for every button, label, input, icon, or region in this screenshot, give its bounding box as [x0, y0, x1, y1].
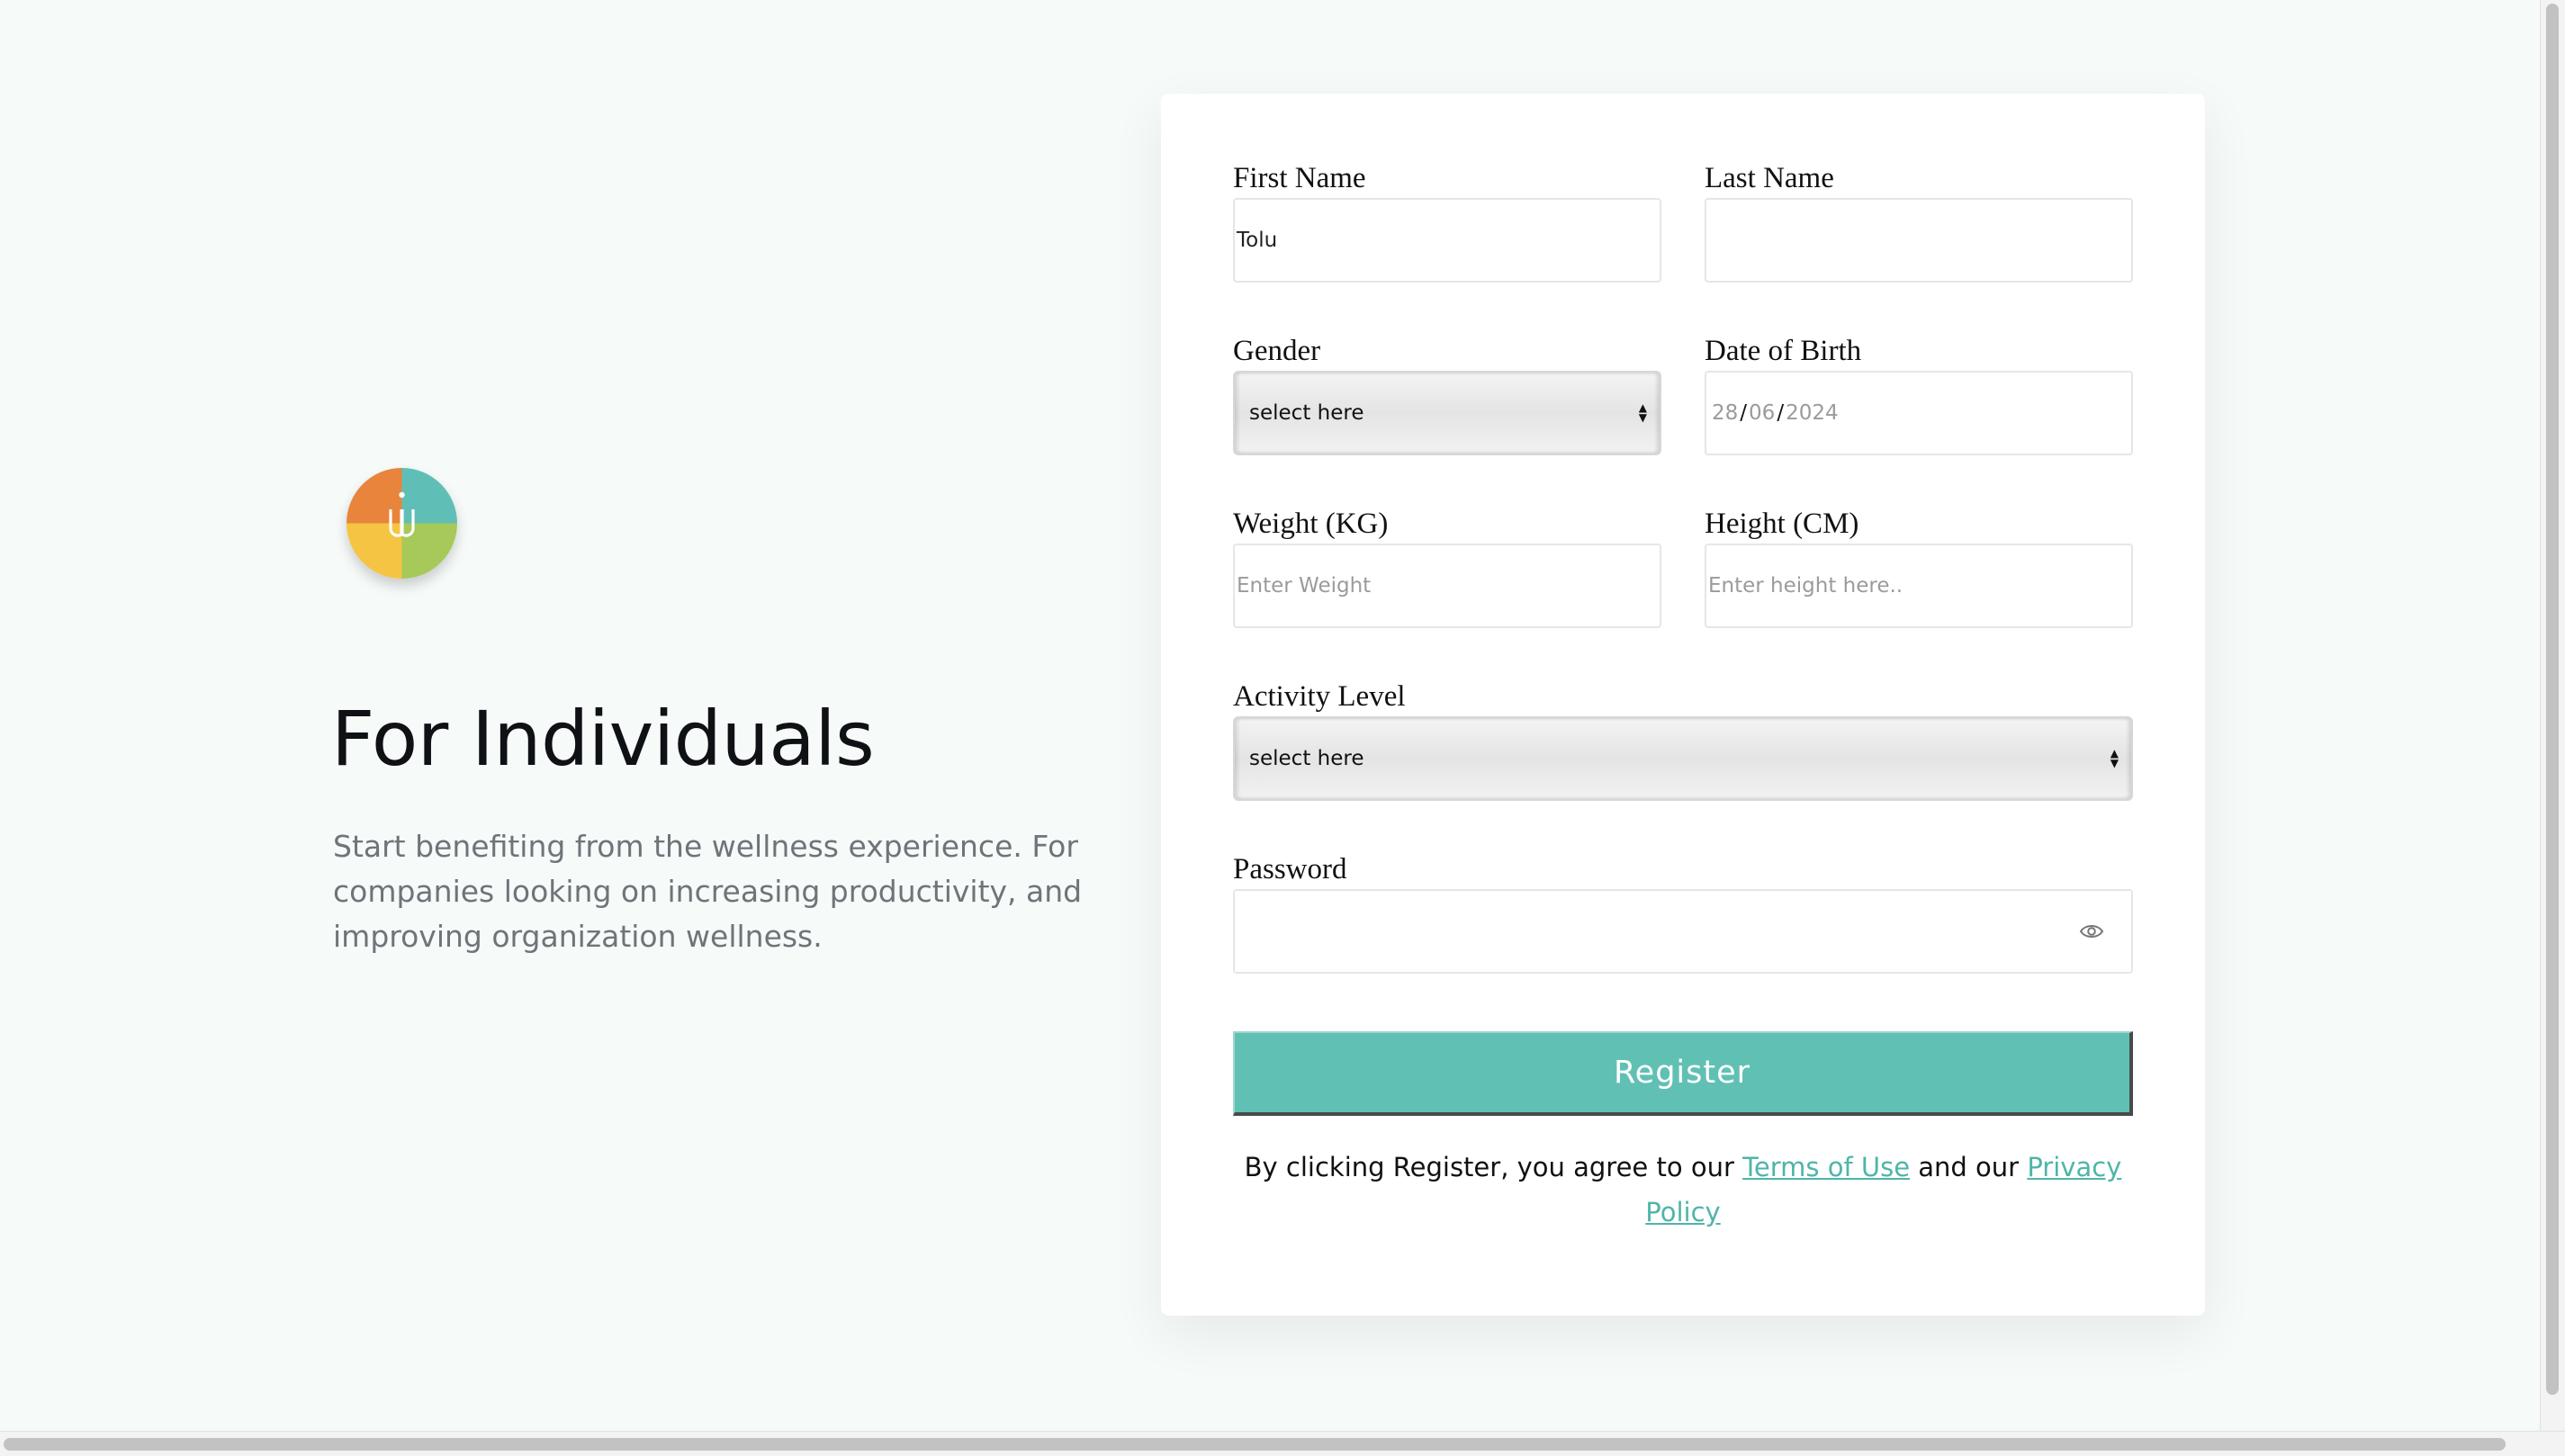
weight-label: Weight (KG) — [1233, 508, 1389, 540]
page-title: For Individuals — [331, 695, 875, 783]
password-label: Password — [1233, 853, 1347, 885]
weight-placeholder: Enter Weight — [1237, 574, 1372, 598]
first-name-input[interactable]: Tolu — [1233, 198, 1661, 283]
hero-description: Start benefiting from the wellness exper… — [333, 829, 1083, 954]
select-arrows-icon: ▲ ▼ — [2110, 747, 2119, 769]
last-name-label: Last Name — [1705, 162, 1834, 194]
registration-form-card: First Name Tolu Last Name Gender select … — [1161, 94, 2205, 1316]
height-input[interactable]: Enter height here.. — [1705, 544, 2133, 628]
dob-separator: / — [1777, 401, 1785, 425]
activity-level-selected-value: select here — [1249, 747, 1364, 770]
register-button[interactable]: Register — [1233, 1031, 2133, 1116]
date-of-birth-input[interactable]: 28/06/2024 — [1705, 371, 2133, 455]
page: For Individuals Start benefiting from th… — [0, 0, 2540, 1431]
first-name-label: First Name — [1233, 162, 1366, 194]
vertical-scrollbar-thumb[interactable] — [2546, 4, 2559, 1395]
height-placeholder: Enter height here.. — [1708, 574, 1904, 598]
gender-select[interactable]: select here ▲ ▼ — [1233, 371, 1661, 455]
password-input[interactable] — [1233, 889, 2133, 974]
dob-day[interactable]: 28 — [1712, 401, 1738, 425]
dob-label: Date of Birth — [1705, 335, 1862, 367]
terms-prefix: By clicking Register, you agree to our — [1244, 1152, 1734, 1182]
eye-icon[interactable] — [2079, 922, 2104, 940]
select-arrows-icon: ▲ ▼ — [1638, 401, 1647, 424]
first-name-value: Tolu — [1237, 229, 1278, 252]
gender-selected-value: select here — [1249, 401, 1364, 425]
last-name-input[interactable] — [1705, 198, 2133, 283]
gender-label: Gender — [1233, 335, 1321, 367]
terms-of-use-link[interactable]: Terms of Use — [1742, 1152, 1910, 1182]
terms-notice: By clicking Register, you agree to our T… — [1233, 1145, 2133, 1235]
dob-year[interactable]: 2024 — [1786, 401, 1839, 425]
height-label: Height (CM) — [1705, 508, 1859, 540]
terms-middle: and our — [1918, 1152, 2020, 1182]
weight-input[interactable]: Enter Weight — [1233, 544, 1661, 628]
dob-separator: / — [1740, 401, 1748, 425]
activity-level-select[interactable]: select here ▲ ▼ — [1233, 716, 2133, 801]
activity-level-label: Activity Level — [1233, 680, 1406, 713]
wellness-logo-icon — [346, 468, 457, 579]
dob-month[interactable]: 06 — [1749, 401, 1775, 425]
horizontal-scrollbar-thumb[interactable] — [4, 1438, 2506, 1451]
